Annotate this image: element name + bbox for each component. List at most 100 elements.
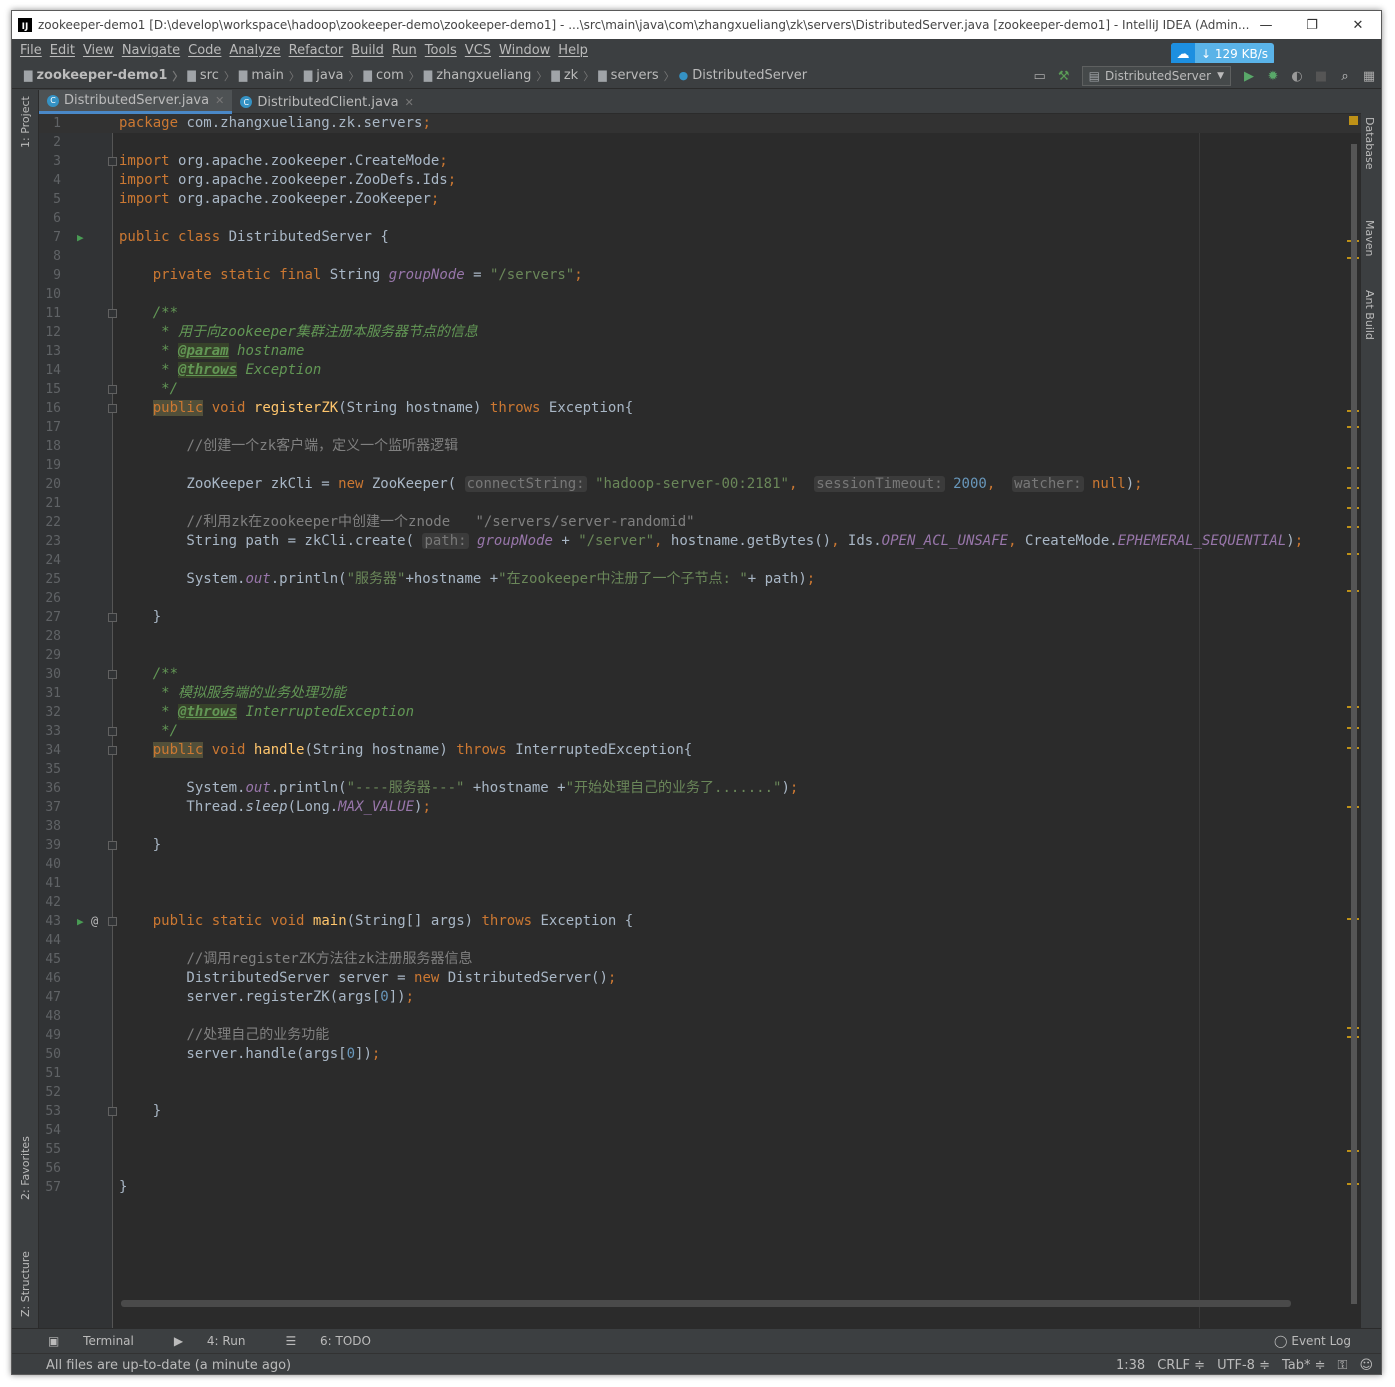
code-line[interactable]: 55 (39, 1140, 1361, 1159)
fold-marker-icon[interactable] (108, 404, 117, 413)
code-line[interactable]: 17 (39, 418, 1361, 437)
run-configuration-select[interactable]: ▤ DistributedServer ▼ (1081, 66, 1231, 86)
code-line[interactable]: 42 (39, 893, 1361, 912)
breadcrumb-item[interactable]: ▇ java 〉 (304, 68, 360, 84)
fold-marker-icon[interactable] (108, 157, 117, 166)
code-line[interactable]: 14 * @throws Exception (39, 361, 1361, 380)
inspector-icon[interactable]: ☺ (1359, 1358, 1373, 1373)
breadcrumb-item[interactable]: ● DistributedServer (679, 68, 808, 83)
code-line[interactable]: 37 Thread.sleep(Long.MAX_VALUE); (39, 798, 1361, 817)
lock-icon[interactable]: ⚿ (1338, 1358, 1348, 1373)
tab-distributed-client[interactable]: C DistributedClient.java ✕ (232, 90, 422, 114)
fold-marker-icon[interactable] (108, 613, 117, 622)
tool-window-maven[interactable]: Maven (1363, 220, 1376, 256)
breadcrumb-item[interactable]: ▇ com 〉 (364, 68, 420, 84)
error-stripe[interactable] (1347, 114, 1361, 1328)
code-line[interactable]: 43 ▶ @ public static void main(String[] ar… (39, 912, 1361, 931)
code-line[interactable]: 7 ▶ public class DistributedServer { (39, 228, 1361, 247)
run-tool-button[interactable]: ▶ 4: Run (174, 1334, 266, 1348)
code-line[interactable]: 10 (39, 285, 1361, 304)
code-line[interactable]: 49 //处理自己的业务功能 (39, 1026, 1361, 1045)
fold-marker-icon[interactable] (108, 385, 117, 394)
code-line[interactable]: 36 System.out.println("----服务器---" +host… (39, 779, 1361, 798)
code-line[interactable]: 2 (39, 133, 1361, 152)
code-line[interactable]: 21 (39, 494, 1361, 513)
tab-distributed-server[interactable]: C DistributedServer.java ✕ (39, 90, 233, 114)
fold-marker-icon[interactable] (108, 1107, 117, 1116)
fold-marker-icon[interactable] (108, 670, 117, 679)
menu-item-window[interactable]: Window (499, 43, 550, 58)
restore-button[interactable]: ❐ (1289, 11, 1335, 39)
code-line[interactable]: 9 private static final String groupNode … (39, 266, 1361, 285)
breadcrumb-item[interactable]: ▇ main 〉 (239, 68, 300, 84)
coverage-icon[interactable]: ◐ (1285, 69, 1309, 84)
project-structure-icon[interactable]: ▦ (1357, 69, 1381, 84)
code-line[interactable]: 56 (39, 1159, 1361, 1178)
menu-item-file[interactable]: File (20, 43, 42, 58)
code-line[interactable]: 15 */ (39, 380, 1361, 399)
code-line[interactable]: 50 server.handle(args[0]); (39, 1045, 1361, 1064)
fold-marker-icon[interactable] (108, 309, 117, 318)
code-line[interactable]: 12 * 用于向zookeeper集群注册本服务器节点的信息 (39, 323, 1361, 342)
indent-setting[interactable]: Tab* ≑ (1282, 1358, 1326, 1373)
tool-window-structure[interactable]: Z: Structure (19, 1251, 32, 1317)
code-line[interactable]: 38 (39, 817, 1361, 836)
horizontal-scrollbar[interactable] (121, 1300, 1291, 1307)
code-line[interactable]: 39 } (39, 836, 1361, 855)
code-line[interactable]: 19 (39, 456, 1361, 475)
code-line[interactable]: 26 (39, 589, 1361, 608)
code-line[interactable]: 22 //利用zk在zookeeper中创建一个znode "/servers/… (39, 513, 1361, 532)
vertical-scrollbar-thumb[interactable] (1351, 144, 1357, 1304)
run-gutter-icon[interactable]: ▶ (77, 228, 84, 247)
code-line[interactable]: 34 public void handle(String hostname) t… (39, 741, 1361, 760)
code-line[interactable]: 45 //调用registerZK方法往zk注册服务器信息 (39, 950, 1361, 969)
code-line[interactable]: 20 ZooKeeper zkCli = new ZooKeeper( conn… (39, 475, 1361, 494)
menu-item-analyze[interactable]: Analyze (229, 43, 280, 58)
terminal-tool-button[interactable]: ▣ Terminal (48, 1334, 154, 1348)
breadcrumb-item[interactable]: ▇ src 〉 (187, 68, 234, 84)
code-line[interactable]: 24 (39, 551, 1361, 570)
code-line[interactable]: 28 (39, 627, 1361, 646)
fold-marker-icon[interactable] (108, 746, 117, 755)
tool-window-database[interactable]: Database (1363, 117, 1376, 170)
menu-item-help[interactable]: Help (558, 43, 588, 58)
menu-item-vcs[interactable]: VCS (465, 43, 491, 58)
code-line[interactable]: 23 String path = zkCli.create( path: gro… (39, 532, 1361, 551)
code-line[interactable]: 25 System.out.println("服务器"+hostname +"在… (39, 570, 1361, 589)
code-line[interactable]: 35 (39, 760, 1361, 779)
menu-item-view[interactable]: View (83, 43, 114, 58)
code-line[interactable]: 52 (39, 1083, 1361, 1102)
analysis-status-icon[interactable] (1349, 116, 1358, 125)
code-line[interactable]: 57} (39, 1178, 1361, 1197)
code-line[interactable]: 11 /** (39, 304, 1361, 323)
code-line[interactable]: 30 /** (39, 665, 1361, 684)
stop-icon[interactable]: ■ (1309, 69, 1333, 84)
code-line[interactable]: 51 (39, 1064, 1361, 1083)
code-line[interactable]: 5 import org.apache.zookeeper.ZooKeeper; (39, 190, 1361, 209)
code-line[interactable]: 40 (39, 855, 1361, 874)
menu-item-run[interactable]: Run (392, 43, 417, 58)
menu-item-build[interactable]: Build (351, 43, 384, 58)
fold-marker-icon[interactable] (108, 841, 117, 850)
build-hammer-icon[interactable]: ⚒ (1052, 69, 1076, 84)
breadcrumb-item[interactable]: ▇ zhangxueliang 〉 (424, 68, 548, 84)
code-line[interactable]: 31 * 模拟服务端的业务处理功能 (39, 684, 1361, 703)
close-button[interactable]: ✕ (1335, 11, 1381, 39)
run-gutter-icon[interactable]: ▶ (77, 912, 84, 931)
code-line[interactable]: 6 (39, 209, 1361, 228)
fold-marker-icon[interactable] (108, 917, 117, 926)
menu-item-refactor[interactable]: Refactor (289, 43, 344, 58)
search-icon[interactable]: ⌕ (1333, 69, 1357, 84)
tool-window-ant-build[interactable]: Ant Build (1363, 290, 1376, 340)
code-line[interactable]: 29 (39, 646, 1361, 665)
code-line[interactable]: 48 (39, 1007, 1361, 1026)
menu-item-navigate[interactable]: Navigate (122, 43, 180, 58)
event-log-button[interactable]: ◯ Event Log (1274, 1328, 1351, 1353)
code-line[interactable]: 32 * @throws InterruptedException (39, 703, 1361, 722)
close-tab-icon[interactable]: ✕ (405, 96, 414, 109)
code-line[interactable]: 47 server.registerZK(args[0]); (39, 988, 1361, 1007)
code-line[interactable]: 13 * @param hostname (39, 342, 1361, 361)
caret-position[interactable]: 1:38 (1116, 1358, 1145, 1373)
network-speed-widget[interactable]: ☁ ↓ 129 KB/s (1171, 43, 1274, 65)
close-tab-icon[interactable]: ✕ (215, 94, 224, 107)
